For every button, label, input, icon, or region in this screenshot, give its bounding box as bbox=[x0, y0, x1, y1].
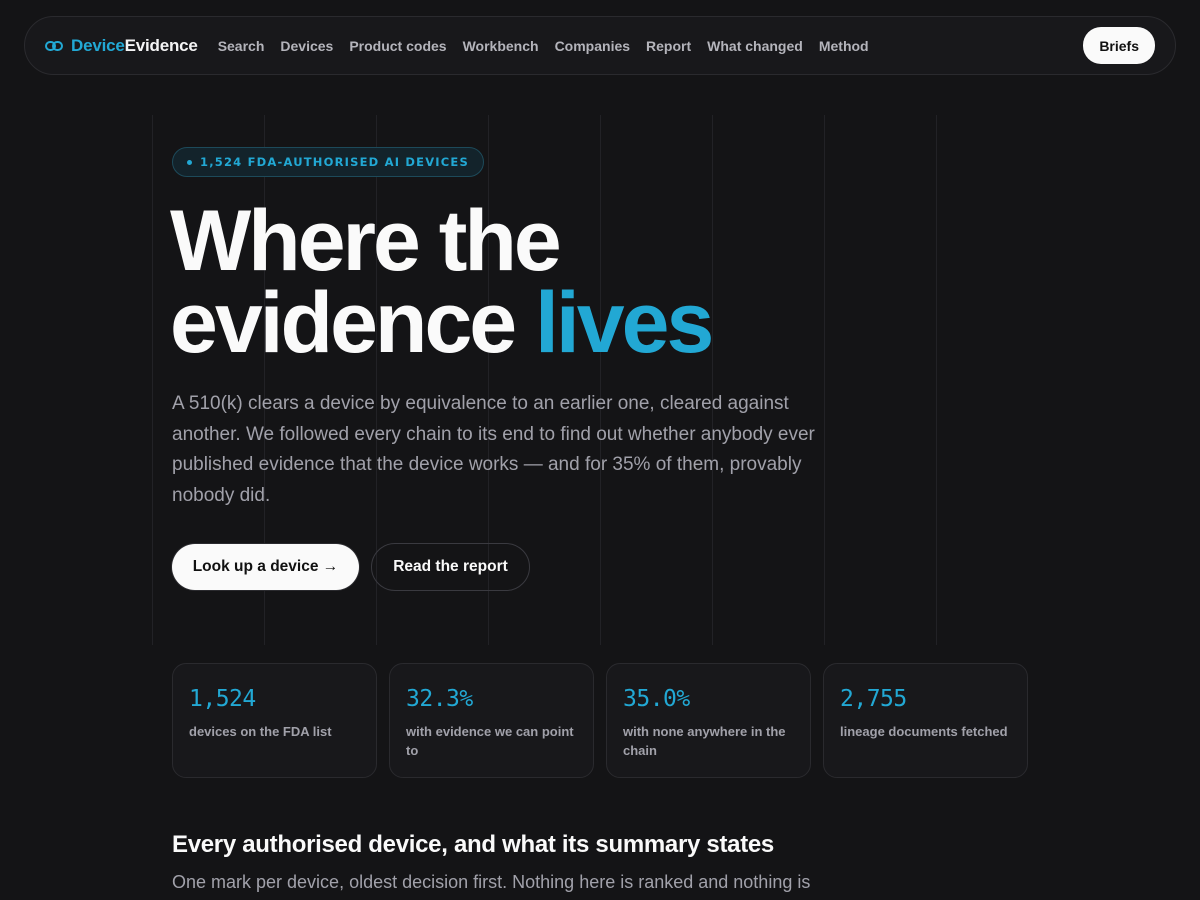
nav-link-method[interactable]: Method bbox=[819, 38, 869, 54]
nav-link-search[interactable]: Search bbox=[218, 38, 265, 54]
stat-value: 32.3% bbox=[406, 686, 473, 712]
brand-logo[interactable]: DeviceEvidence bbox=[45, 36, 198, 56]
stat-value: 2,755 bbox=[840, 686, 907, 712]
nav-link-devices[interactable]: Devices bbox=[280, 38, 333, 54]
stat-value: 35.0% bbox=[623, 686, 690, 712]
section-title: Every authorised device, and what its su… bbox=[172, 831, 774, 858]
read-report-button[interactable]: Read the report bbox=[371, 543, 530, 591]
stat-card-documents: 2,755 lineage documents fetched bbox=[823, 663, 1028, 778]
stat-value: 1,524 bbox=[189, 686, 256, 712]
stat-label: with none anywhere in the chain bbox=[623, 724, 786, 758]
stat-label: devices on the FDA list bbox=[189, 724, 332, 739]
stat-label: with evidence we can point to bbox=[406, 724, 574, 758]
stat-card-with-evidence: 32.3% with evidence we can point to bbox=[389, 663, 594, 778]
hero-title: Where the evidence lives bbox=[170, 198, 930, 366]
nav-link-what-changed[interactable]: What changed bbox=[707, 38, 803, 54]
hero-title-accent: lives bbox=[535, 275, 714, 371]
stat-card-no-evidence: 35.0% with none anywhere in the chain bbox=[606, 663, 811, 778]
status-dot-icon bbox=[187, 159, 192, 165]
nav-link-workbench[interactable]: Workbench bbox=[463, 38, 539, 54]
section-subtitle: One mark per device, oldest decision fir… bbox=[172, 872, 811, 892]
hero-title-line2: evidence bbox=[170, 275, 535, 371]
stat-card-devices: 1,524 devices on the FDA list bbox=[172, 663, 377, 778]
look-up-device-button[interactable]: Look up a device → bbox=[172, 544, 359, 590]
brand-name-accent: Device bbox=[71, 35, 125, 55]
brand-name-main: Evidence bbox=[124, 35, 198, 55]
stat-label: lineage documents fetched bbox=[840, 724, 1008, 739]
link-chain-icon bbox=[45, 40, 63, 51]
device-count-badge: 1,524 FDA-AUTHORISED AI DEVICES bbox=[172, 147, 484, 177]
nav-links: Search Devices Product codes Workbench C… bbox=[218, 38, 869, 54]
brand-name: DeviceEvidence bbox=[71, 36, 198, 56]
top-navigation: DeviceEvidence Search Devices Product co… bbox=[24, 16, 1176, 75]
nav-link-product-codes[interactable]: Product codes bbox=[349, 38, 446, 54]
badge-text: 1,524 FDA-AUTHORISED AI DEVICES bbox=[200, 155, 469, 169]
nav-link-companies[interactable]: Companies bbox=[555, 38, 630, 54]
nav-link-report[interactable]: Report bbox=[646, 38, 691, 54]
hero-subtitle: A 510(k) clears a device by equivalence … bbox=[172, 393, 815, 506]
briefs-button[interactable]: Briefs bbox=[1083, 27, 1155, 64]
